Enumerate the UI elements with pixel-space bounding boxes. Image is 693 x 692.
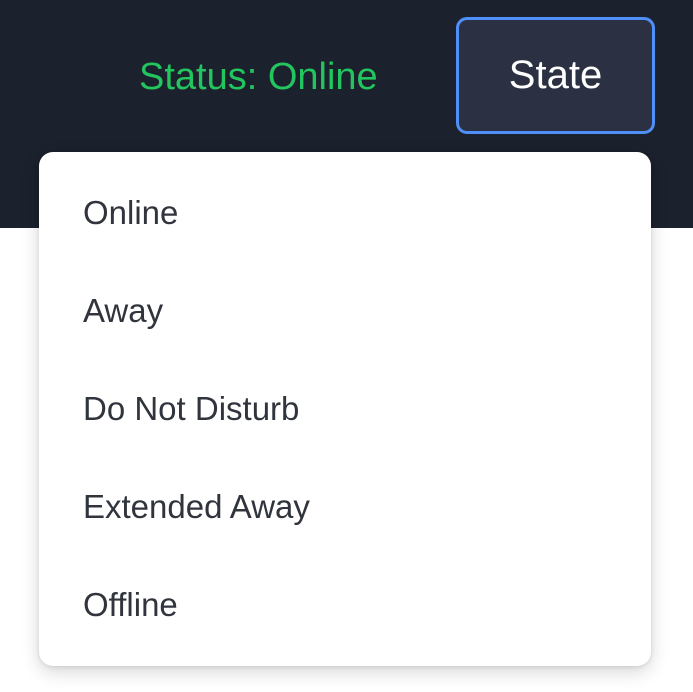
state-dropdown-menu: Online Away Do Not Disturb Extended Away… bbox=[39, 152, 651, 666]
menu-item-do-not-disturb[interactable]: Do Not Disturb bbox=[39, 360, 651, 458]
status-indicator: Status: Online bbox=[139, 56, 378, 98]
state-dropdown-button[interactable]: State bbox=[456, 17, 655, 134]
menu-item-online[interactable]: Online bbox=[39, 164, 651, 262]
menu-item-extended-away[interactable]: Extended Away bbox=[39, 458, 651, 556]
menu-item-offline[interactable]: Offline bbox=[39, 556, 651, 654]
menu-item-away[interactable]: Away bbox=[39, 262, 651, 360]
